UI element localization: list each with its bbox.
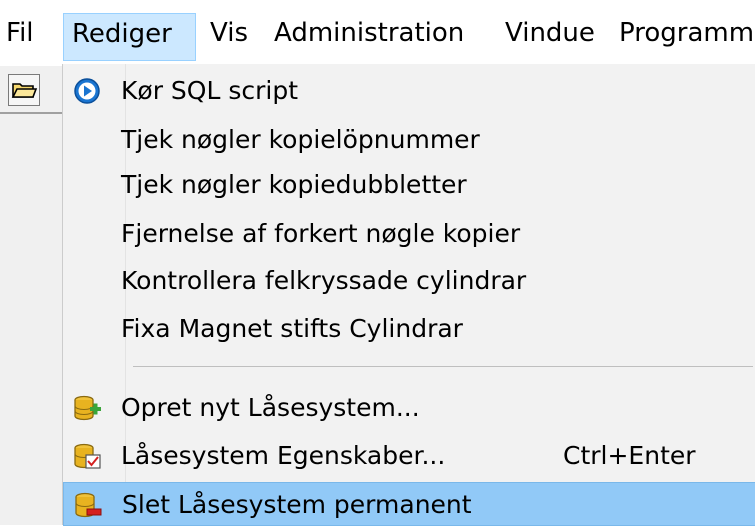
menu-item-run-sql-script[interactable]: Kør SQL script <box>63 69 755 113</box>
menu-separator <box>133 366 753 367</box>
menu-item-label: Tjek nøgler kopielöpnummer <box>121 125 480 154</box>
rediger-dropdown-menu: Kør SQL script Tjek nøgler kopielöpnumme… <box>62 64 755 526</box>
menu-item-fix-magnet-cylinders[interactable]: Fixa Magnet stifts Cylindrar <box>63 307 755 351</box>
run-circle-icon <box>74 78 100 104</box>
menu-item-label: Fjernelse af forkert nøgle kopier <box>121 219 521 248</box>
menu-item-label: Låsesystem Egenskaber... <box>121 441 446 470</box>
database-delete-icon <box>75 492 102 518</box>
toolbar-divider <box>0 112 62 114</box>
menu-item-delete-lock-system[interactable]: Slet Låsesystem permanent <box>63 482 755 526</box>
menu-item-label: Slet Låsesystem permanent <box>122 490 472 519</box>
menu-bar: Fil Rediger Vis Administration Vindue Pr… <box>0 0 755 66</box>
menu-fil[interactable]: Fil <box>6 13 34 59</box>
menu-item-label: Tjek nøgler kopiedubbletter <box>121 170 467 199</box>
menu-item-label: Opret nyt Låsesystem... <box>121 393 420 422</box>
menu-item-check-cylinders[interactable]: Kontrollera felkryssade cylindrar <box>63 259 755 303</box>
menu-item-label: Fixa Magnet stifts Cylindrar <box>121 314 463 343</box>
toolbar <box>0 66 62 525</box>
menu-item-label: Kontrollera felkryssade cylindrar <box>121 266 527 295</box>
menu-item-lock-system-properties[interactable]: Låsesystem Egenskaber... Ctrl+Enter <box>63 434 755 478</box>
menu-item-create-lock-system[interactable]: Opret nyt Låsesystem... <box>63 386 755 430</box>
menu-item-check-keys-duplicates[interactable]: Tjek nøgler kopiedubbletter <box>63 163 755 207</box>
database-properties-icon <box>74 443 101 469</box>
database-add-icon <box>74 395 101 421</box>
open-folder-icon <box>11 83 38 98</box>
menu-rediger[interactable]: Rediger <box>63 13 196 61</box>
menu-administration[interactable]: Administration <box>274 13 464 59</box>
menu-item-check-keys-serial[interactable]: Tjek nøgler kopielöpnummer <box>63 118 755 162</box>
menu-item-label: Kør SQL script <box>121 76 299 105</box>
menu-item-remove-wrong-key-copies[interactable]: Fjernelse af forkert nøgle kopier <box>63 212 755 256</box>
menu-item-shortcut: Ctrl+Enter <box>563 441 696 470</box>
menu-vindue[interactable]: Vindue <box>505 13 595 59</box>
menu-programmer[interactable]: Programm <box>619 13 754 59</box>
open-button[interactable] <box>8 74 40 106</box>
menu-vis[interactable]: Vis <box>210 13 248 59</box>
